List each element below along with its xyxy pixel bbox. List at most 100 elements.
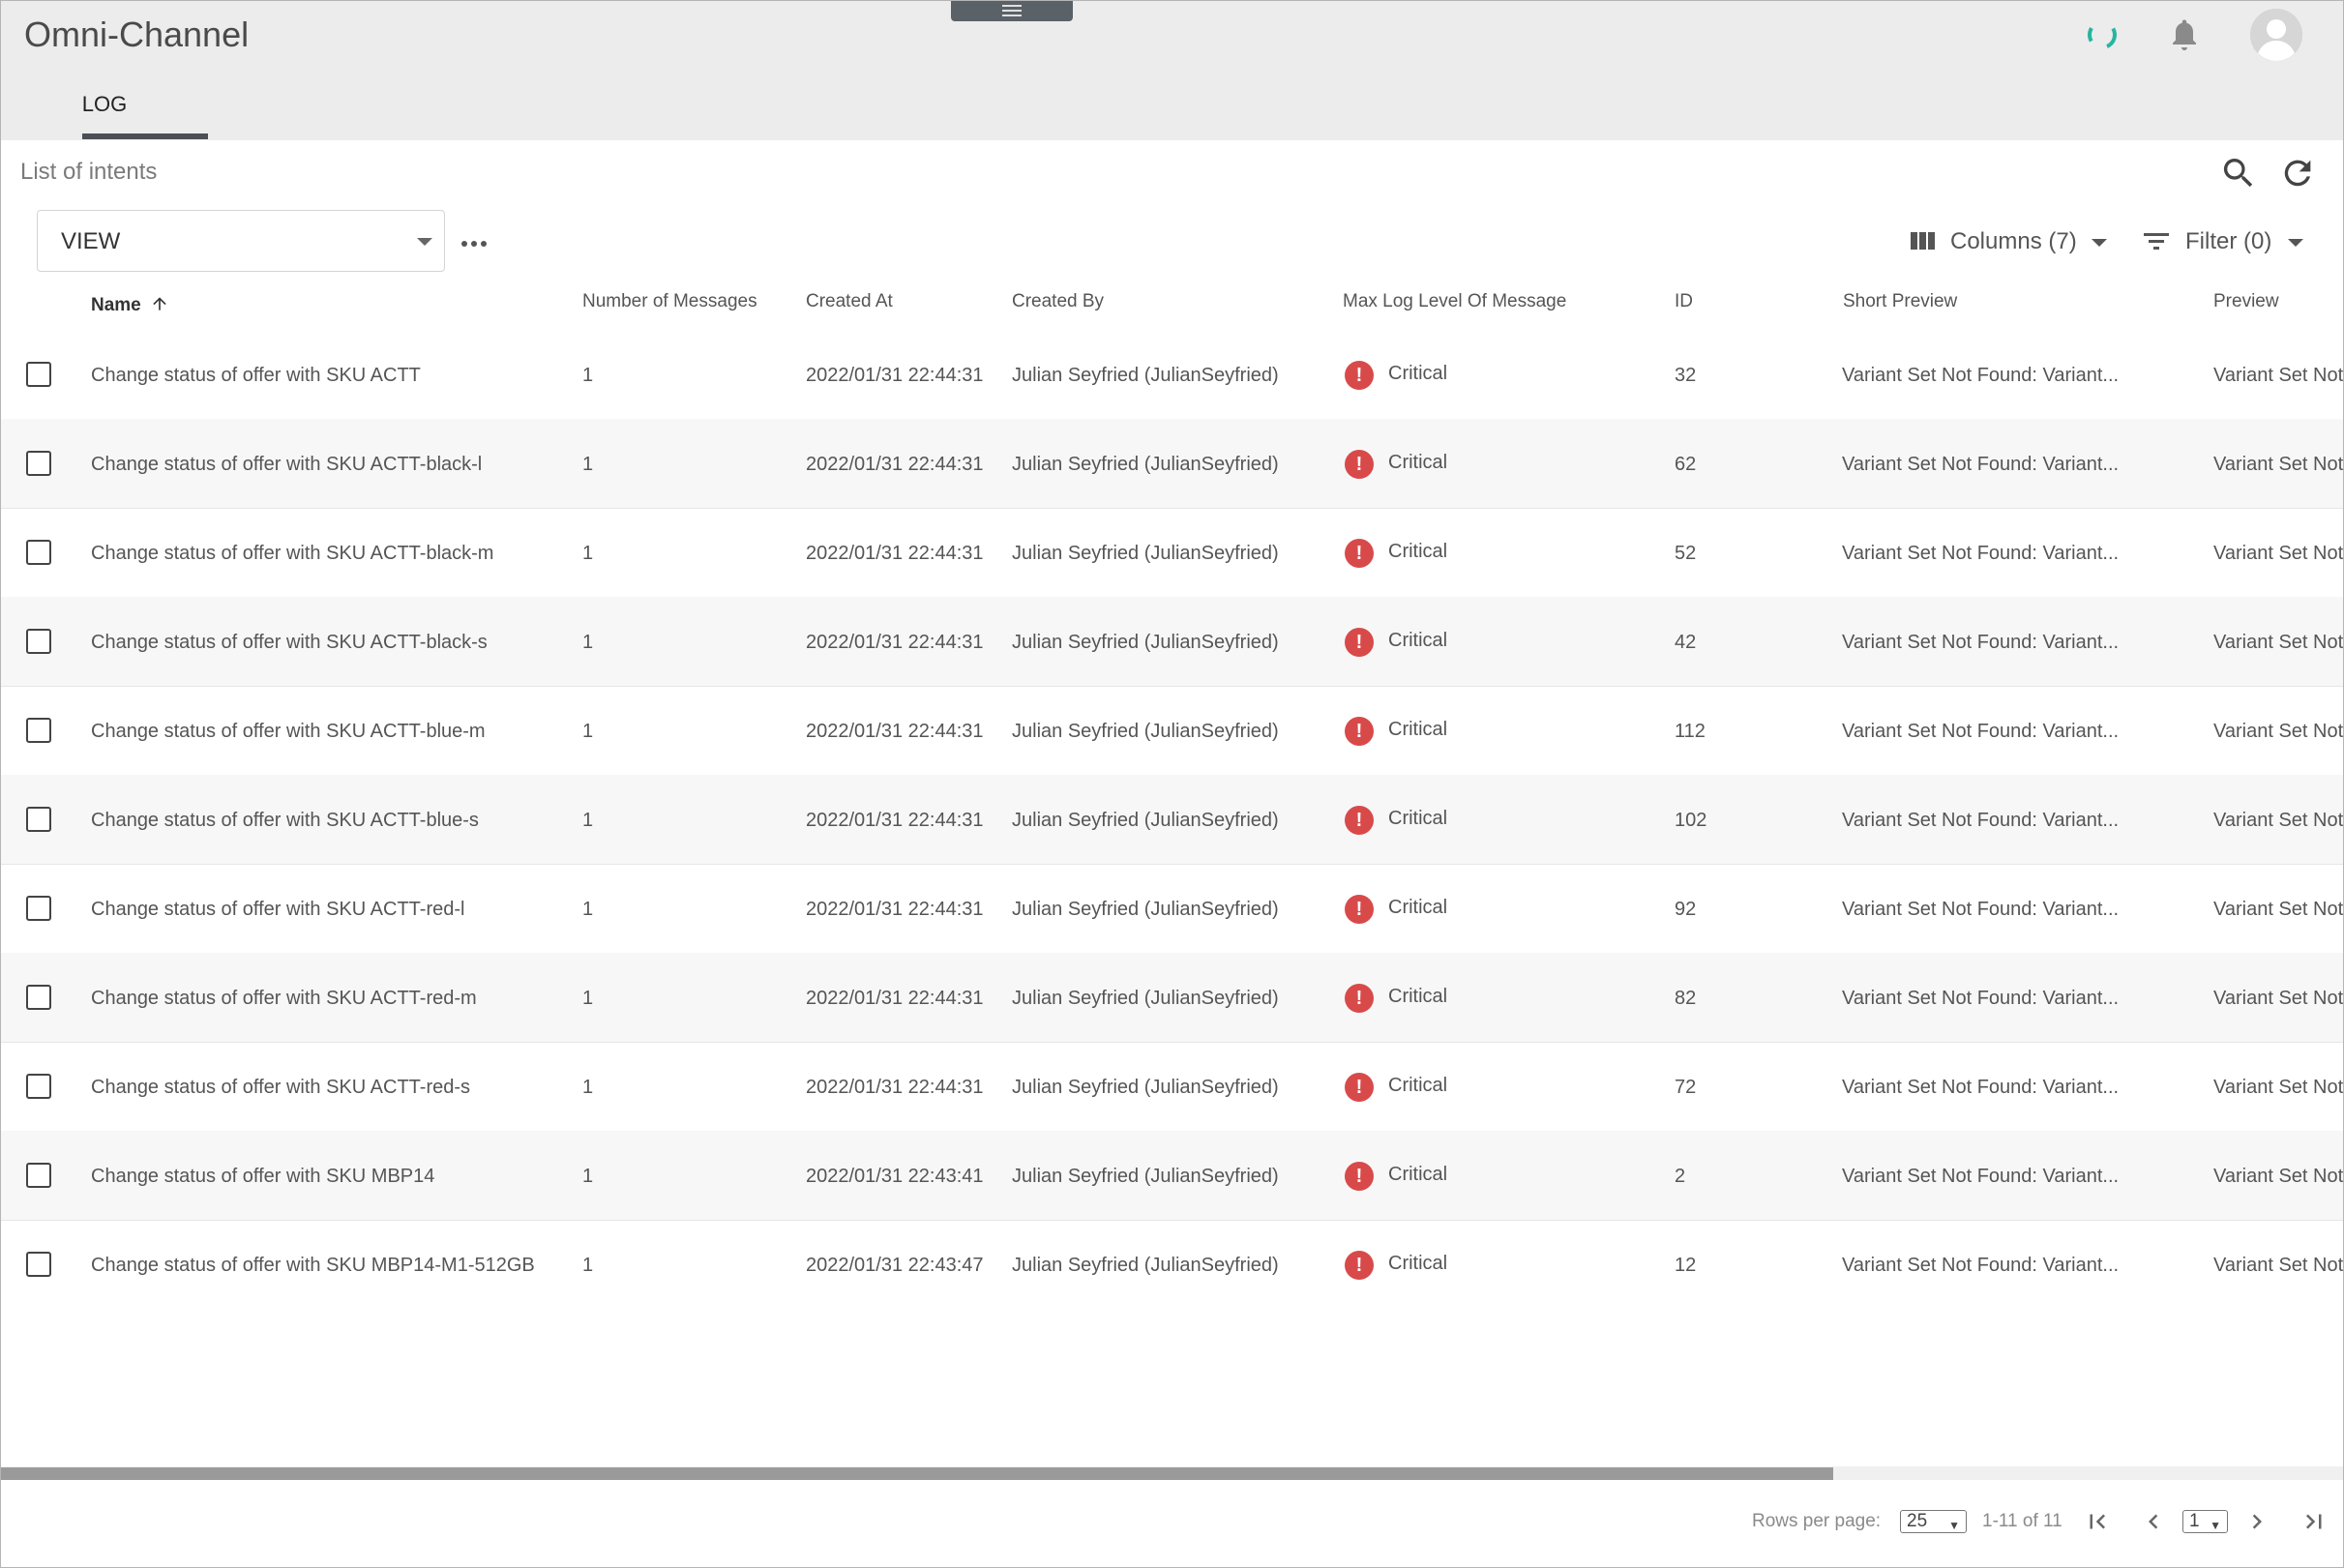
page-range: 1-11 of 11 <box>1982 1511 2062 1531</box>
row-checkbox[interactable] <box>26 1074 51 1099</box>
filter-dropdown-icon[interactable] <box>2288 239 2303 247</box>
column-header-short-preview[interactable]: Short Preview <box>1843 291 1957 312</box>
view-select-value: VIEW <box>61 228 121 254</box>
column-header-created-by[interactable]: Created By <box>1012 291 1104 312</box>
cell-id: 52 <box>1675 543 1697 564</box>
cell-created-by: Julian Seyfried (JulianSeyfried) <box>1012 1255 1279 1276</box>
table-row[interactable]: Change status of offer with SKU ACTT-blu… <box>1 775 2343 865</box>
cell-messages: 1 <box>582 810 594 831</box>
cell-name: Change status of offer with SKU ACTT-bla… <box>91 543 494 564</box>
table-row[interactable]: Change status of offer with SKU ACTT-bla… <box>1 419 2343 509</box>
row-checkbox[interactable] <box>26 807 51 832</box>
refresh-icon[interactable] <box>2278 154 2317 192</box>
table-row[interactable]: Change status of offer with SKU ACTT-bla… <box>1 508 2343 598</box>
row-checkbox[interactable] <box>26 362 51 387</box>
cell-id: 32 <box>1675 365 1697 386</box>
cell-created-by: Julian Seyfried (JulianSeyfried) <box>1012 365 1279 386</box>
cell-created-at: 2022/01/31 22:43:47 <box>806 1255 984 1276</box>
critical-icon: ! <box>1345 450 1374 479</box>
row-checkbox[interactable] <box>26 629 51 654</box>
cell-messages: 1 <box>582 988 594 1009</box>
page-select[interactable]: 1 ▼ <box>2182 1510 2228 1533</box>
menu-icon <box>1002 5 1022 7</box>
tab-active-indicator <box>82 133 208 139</box>
columns-button[interactable]: Columns (7) <box>1950 228 2077 255</box>
cell-created-by: Julian Seyfried (JulianSeyfried) <box>1012 899 1279 920</box>
menu-handle[interactable] <box>951 1 1073 21</box>
cell-name: Change status of offer with SKU ACTT-red… <box>91 899 465 920</box>
column-header-created-at[interactable]: Created At <box>806 291 893 312</box>
cell-messages: 1 <box>582 899 594 920</box>
cell-created-at: 2022/01/31 22:44:31 <box>806 810 984 831</box>
table-row[interactable]: Change status of offer with SKU ACTT 1 2… <box>1 330 2343 420</box>
cell-messages: 1 <box>582 365 594 386</box>
row-checkbox[interactable] <box>26 1252 51 1277</box>
critical-icon: ! <box>1345 361 1374 390</box>
row-checkbox[interactable] <box>26 896 51 921</box>
cell-messages: 1 <box>582 1166 594 1187</box>
column-header-name[interactable]: Name <box>91 291 169 316</box>
app-header: Omni-Channel LOG <box>1 1 2343 140</box>
next-page-icon[interactable] <box>2242 1507 2271 1536</box>
first-page-icon[interactable] <box>2083 1507 2112 1536</box>
cell-messages: 1 <box>582 721 594 742</box>
critical-icon: ! <box>1345 806 1374 835</box>
cell-level: Critical <box>1388 719 1448 740</box>
cell-name: Change status of offer with SKU ACTT-blu… <box>91 810 479 831</box>
cell-id: 42 <box>1675 632 1697 653</box>
avatar-icon[interactable] <box>2250 9 2302 61</box>
app-title: Omni-Channel <box>24 15 250 54</box>
row-checkbox[interactable] <box>26 718 51 743</box>
cell-created-by: Julian Seyfried (JulianSeyfried) <box>1012 1077 1279 1098</box>
critical-icon: ! <box>1345 1251 1374 1280</box>
cell-preview: Variant Set Not <box>2213 988 2344 1009</box>
column-header-max-level[interactable]: Max Log Level Of Message <box>1343 291 1566 312</box>
cell-created-at: 2022/01/31 22:44:31 <box>806 988 984 1009</box>
cell-preview: Variant Set Not <box>2213 1255 2344 1276</box>
bell-icon[interactable] <box>2167 16 2202 55</box>
cell-short-preview: Variant Set Not Found: Variant... <box>1842 454 2120 475</box>
cell-short-preview: Variant Set Not Found: Variant... <box>1842 632 2120 653</box>
prev-page-icon[interactable] <box>2139 1507 2168 1536</box>
tab-log[interactable]: LOG <box>43 92 166 117</box>
cell-created-by: Julian Seyfried (JulianSeyfried) <box>1012 721 1279 742</box>
cell-name: Change status of offer with SKU MBP14-M1… <box>91 1255 535 1276</box>
cell-created-at: 2022/01/31 22:44:31 <box>806 1077 984 1098</box>
last-page-icon[interactable] <box>2299 1507 2329 1536</box>
more-horiz-icon[interactable] <box>461 233 490 252</box>
cell-level: Critical <box>1388 452 1448 473</box>
critical-icon: ! <box>1345 1073 1374 1102</box>
cell-created-by: Julian Seyfried (JulianSeyfried) <box>1012 988 1279 1009</box>
cell-messages: 1 <box>582 454 594 475</box>
row-checkbox[interactable] <box>26 540 51 565</box>
cell-created-by: Julian Seyfried (JulianSeyfried) <box>1012 454 1279 475</box>
table-row[interactable]: Change status of offer with SKU ACTT-red… <box>1 864 2343 954</box>
search-icon[interactable] <box>2219 154 2258 192</box>
cell-name: Change status of offer with SKU ACTT <box>91 365 421 386</box>
rows-per-page-select[interactable]: 25 ▼ <box>1900 1510 1967 1533</box>
cell-name: Change status of offer with SKU ACTT-red… <box>91 1077 471 1098</box>
cell-level: Critical <box>1388 630 1448 651</box>
cell-short-preview: Variant Set Not Found: Variant... <box>1842 721 2120 742</box>
table-row[interactable]: Change status of offer with SKU ACTT-blu… <box>1 686 2343 776</box>
column-header-preview[interactable]: Preview <box>2213 291 2279 312</box>
cell-messages: 1 <box>582 543 594 564</box>
row-checkbox[interactable] <box>26 985 51 1010</box>
table-row[interactable]: Change status of offer with SKU MBP14-M1… <box>1 1220 2343 1309</box>
column-header-messages[interactable]: Number of Messages <box>582 291 757 312</box>
cell-created-at: 2022/01/31 22:44:31 <box>806 454 984 475</box>
table-row[interactable]: Change status of offer with SKU ACTT-red… <box>1 953 2343 1043</box>
filter-button[interactable]: Filter (0) <box>2185 228 2271 255</box>
row-checkbox[interactable] <box>26 451 51 476</box>
horizontal-scrollbar-thumb[interactable] <box>1 1467 1833 1480</box>
view-select[interactable]: VIEW <box>37 210 445 272</box>
table-row[interactable]: Change status of offer with SKU ACTT-bla… <box>1 597 2343 687</box>
table-row[interactable]: Change status of offer with SKU ACTT-red… <box>1 1042 2343 1132</box>
critical-icon: ! <box>1345 628 1374 657</box>
filter-icon <box>2144 233 2169 250</box>
column-header-id[interactable]: ID <box>1675 291 1693 312</box>
columns-dropdown-icon[interactable] <box>2092 239 2107 247</box>
row-checkbox[interactable] <box>26 1163 51 1188</box>
table-row[interactable]: Change status of offer with SKU MBP14 1 … <box>1 1131 2343 1221</box>
cell-messages: 1 <box>582 1255 594 1276</box>
